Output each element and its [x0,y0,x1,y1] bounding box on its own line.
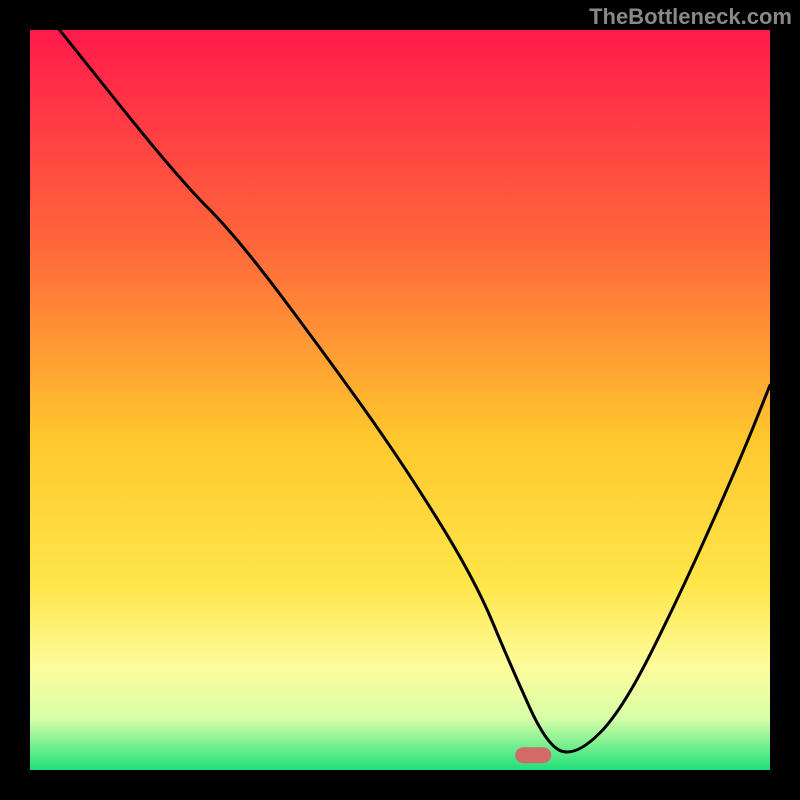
watermark-text: TheBottleneck.com [589,4,792,29]
chart-svg: TheBottleneck.com [0,0,800,800]
bottleneck-chart: TheBottleneck.com [0,0,800,800]
plot-area [30,30,770,770]
optimal-marker [515,747,551,763]
